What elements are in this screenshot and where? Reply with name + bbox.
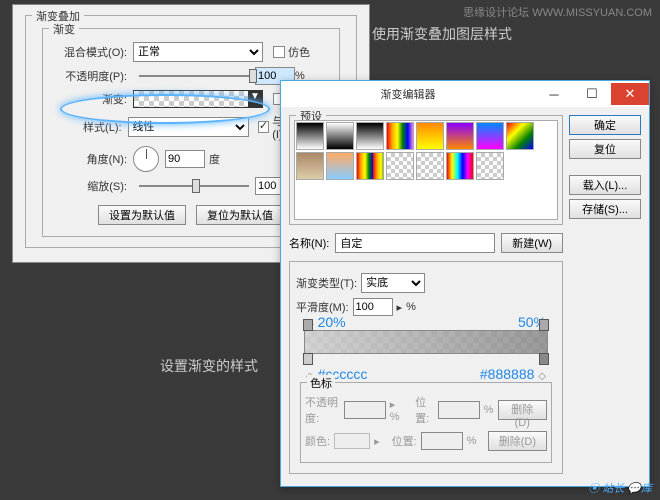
delete-color-stop-button: 删除(D) bbox=[488, 431, 547, 451]
gradient-picker[interactable]: ▼ bbox=[133, 90, 263, 108]
stops-label: 色标 bbox=[307, 375, 335, 391]
minimize-button[interactable]: ─ bbox=[535, 83, 573, 105]
scale-slider[interactable] bbox=[139, 185, 249, 187]
gradient-bar[interactable] bbox=[304, 330, 548, 354]
color-stop-left[interactable] bbox=[303, 353, 313, 365]
annotation-gradient-style: 设置渐变的样式 bbox=[160, 356, 258, 376]
angle-input[interactable] bbox=[165, 150, 205, 168]
stop-color-location-input bbox=[421, 432, 463, 450]
blend-mode-select[interactable]: 正常 bbox=[133, 42, 263, 62]
pct-label: % bbox=[406, 301, 416, 313]
gradient-edit-group: 渐变类型(T): 实底 平滑度(M): ▸ % ◇ 20% 50% bbox=[289, 261, 563, 474]
presets-group: 预设 bbox=[289, 115, 563, 225]
watermark-bottom: ⦿ 站长 💬库 bbox=[588, 480, 652, 496]
opacity-stop-right[interactable] bbox=[539, 319, 549, 331]
gradient-type-label: 渐变类型(T): bbox=[296, 275, 357, 291]
opacity-slider[interactable] bbox=[139, 75, 249, 77]
stop-color-swatch bbox=[334, 433, 370, 449]
maximize-button[interactable]: ☐ bbox=[573, 83, 611, 105]
presets-grid[interactable] bbox=[294, 120, 558, 220]
titlebar[interactable]: 渐变编辑器 ─ ☐ ✕ bbox=[281, 81, 649, 107]
style-select[interactable]: 线性 bbox=[128, 117, 249, 137]
angle-dial[interactable] bbox=[133, 146, 159, 172]
smoothness-input[interactable] bbox=[353, 298, 393, 316]
opacity-stop-left[interactable] bbox=[303, 319, 313, 331]
scale-label: 缩放(S): bbox=[49, 178, 127, 194]
load-button[interactable]: 载入(L)... bbox=[569, 175, 641, 195]
smoothness-label: 平滑度(M): bbox=[296, 299, 349, 315]
dither-label: 仿色 bbox=[288, 44, 310, 60]
reset-default-button[interactable]: 复位为默认值 bbox=[196, 205, 284, 225]
save-button[interactable]: 存储(S)... bbox=[569, 199, 641, 219]
delete-opacity-stop-button: 删除(D) bbox=[498, 400, 548, 420]
degree-label: 度 bbox=[209, 151, 220, 167]
chevron-down-icon[interactable]: ▼ bbox=[248, 90, 262, 108]
annotation-layer-style: 使用渐变叠加图层样式 bbox=[372, 24, 512, 44]
stop-opacity-label: 不透明度: bbox=[305, 394, 340, 426]
opacity-label: 不透明度(P): bbox=[49, 68, 127, 84]
new-button[interactable]: 新建(W) bbox=[501, 233, 563, 253]
align-checkbox[interactable] bbox=[258, 121, 269, 133]
group-label-inner: 渐变 bbox=[49, 21, 79, 37]
stop-opacity-input bbox=[344, 401, 386, 419]
gradient-type-select[interactable]: 实底 bbox=[361, 273, 425, 293]
ok-button[interactable]: 确定 bbox=[569, 115, 641, 135]
close-button[interactable]: ✕ bbox=[611, 83, 649, 105]
name-label: 名称(N): bbox=[289, 235, 329, 251]
watermark-top: 思缘设计论坛 WWW.MISSYUAN.COM bbox=[463, 4, 652, 20]
gradient-label: 渐变: bbox=[49, 91, 127, 107]
gradient-editor-dialog: 渐变编辑器 ─ ☐ ✕ 预设 bbox=[280, 80, 650, 487]
color-stop-right[interactable] bbox=[539, 353, 549, 365]
stop-color-label: 颜色: bbox=[305, 433, 330, 449]
blend-mode-label: 混合模式(O): bbox=[49, 44, 127, 60]
stop-location-label: 位置: bbox=[415, 394, 433, 426]
cancel-button[interactable]: 复位 bbox=[569, 139, 641, 159]
angle-label: 角度(N): bbox=[49, 151, 127, 167]
stop-location-label-2: 位置: bbox=[392, 433, 417, 449]
stops-group: 色标 不透明度: ▸ % 位置: % 删除(D) 颜色: ▸ 位置: % 删除(… bbox=[300, 382, 552, 463]
set-default-button[interactable]: 设置为默认值 bbox=[98, 205, 186, 225]
dialog-title: 渐变编辑器 bbox=[281, 86, 535, 102]
right-color-label: #888888 ◇ bbox=[480, 366, 546, 382]
dither-checkbox[interactable] bbox=[273, 46, 285, 58]
stop-location-input bbox=[438, 401, 480, 419]
style-label: 样式(L): bbox=[49, 119, 122, 135]
name-input[interactable] bbox=[335, 233, 495, 253]
